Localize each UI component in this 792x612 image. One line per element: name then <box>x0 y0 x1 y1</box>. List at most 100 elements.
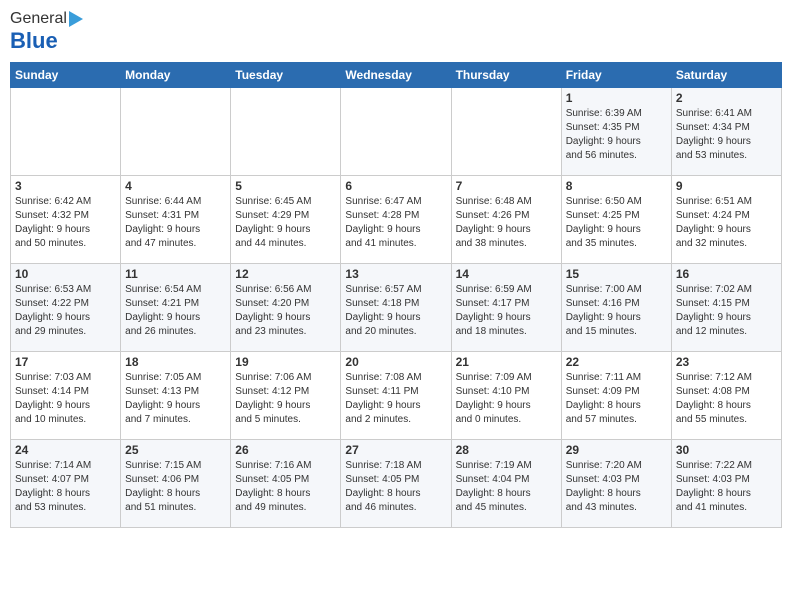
day-number: 4 <box>125 179 226 193</box>
calendar-table: SundayMondayTuesdayWednesdayThursdayFrid… <box>10 62 782 528</box>
day-number: 9 <box>676 179 777 193</box>
calendar-cell: 7 Sunrise: 6:48 AM Sunset: 4:26 PM Daylig… <box>451 176 561 264</box>
day-number: 12 <box>235 267 336 281</box>
calendar-cell: 13Sunrise: 6:57 AM Sunset: 4:18 PM Dayli… <box>341 264 451 352</box>
calendar-cell: 19 Sunrise: 7:06 AM Sunset: 4:12 PM Dayli… <box>231 352 341 440</box>
logo-arrow-icon <box>69 11 83 27</box>
day-detail: Sunrise: 6:41 AM Sunset: 4:34 PM Dayligh… <box>676 107 777 163</box>
day-detail: Sunrise: 6:59 AM Sunset: 4:17 PM Dayligh… <box>456 283 557 339</box>
day-detail: Sunrise: 7:06 AM Sunset: 4:12 PM Dayligh… <box>235 371 336 427</box>
calendar-body: 1 Sunrise: 6:39 AM Sunset: 4:35 PM Daylig… <box>11 88 782 528</box>
day-number: 8 <box>566 179 667 193</box>
calendar-cell: 30 Sunrise: 7:22 AM Sunset: 4:03 PM Dayli… <box>671 440 781 528</box>
header-day-saturday: Saturday <box>671 63 781 88</box>
day-detail: Sunrise: 7:16 AM Sunset: 4:05 PM Dayligh… <box>235 459 336 515</box>
logo: General Blue <box>10 10 83 54</box>
calendar-cell: 18Sunrise: 7:05 AM Sunset: 4:13 PM Dayli… <box>121 352 231 440</box>
calendar-cell: 21 Sunrise: 7:09 AM Sunset: 4:10 PM Dayli… <box>451 352 561 440</box>
day-number: 30 <box>676 443 777 457</box>
day-detail: Sunrise: 7:12 AM Sunset: 4:08 PM Dayligh… <box>676 371 777 427</box>
calendar-cell: 28 Sunrise: 7:19 AM Sunset: 4:04 PM Dayli… <box>451 440 561 528</box>
day-number: 28 <box>456 443 557 457</box>
header-day-wednesday: Wednesday <box>341 63 451 88</box>
logo-general-text: General <box>10 10 67 28</box>
day-number: 10 <box>15 267 116 281</box>
day-detail: Sunrise: 7:03 AM Sunset: 4:14 PM Dayligh… <box>15 371 116 427</box>
day-detail: Sunrise: 6:51 AM Sunset: 4:24 PM Dayligh… <box>676 195 777 251</box>
day-number: 15 <box>566 267 667 281</box>
day-detail: Sunrise: 6:48 AM Sunset: 4:26 PM Dayligh… <box>456 195 557 251</box>
day-detail: Sunrise: 6:54 AM Sunset: 4:21 PM Dayligh… <box>125 283 226 339</box>
day-detail: Sunrise: 6:56 AM Sunset: 4:20 PM Dayligh… <box>235 283 336 339</box>
day-detail: Sunrise: 6:42 AM Sunset: 4:32 PM Dayligh… <box>15 195 116 251</box>
day-number: 2 <box>676 91 777 105</box>
calendar-cell: 29 Sunrise: 7:20 AM Sunset: 4:03 PM Dayli… <box>561 440 671 528</box>
calendar-cell: 9 Sunrise: 6:51 AM Sunset: 4:24 PM Daylig… <box>671 176 781 264</box>
day-number: 7 <box>456 179 557 193</box>
day-number: 26 <box>235 443 336 457</box>
day-number: 5 <box>235 179 336 193</box>
calendar-cell: 26 Sunrise: 7:16 AM Sunset: 4:05 PM Dayli… <box>231 440 341 528</box>
day-number: 17 <box>15 355 116 369</box>
week-row-4: 17 Sunrise: 7:03 AM Sunset: 4:14 PM Dayli… <box>11 352 782 440</box>
day-detail: Sunrise: 7:08 AM Sunset: 4:11 PM Dayligh… <box>345 371 446 427</box>
day-detail: Sunrise: 6:39 AM Sunset: 4:35 PM Dayligh… <box>566 107 667 163</box>
day-detail: Sunrise: 6:45 AM Sunset: 4:29 PM Dayligh… <box>235 195 336 251</box>
day-detail: Sunrise: 7:15 AM Sunset: 4:06 PM Dayligh… <box>125 459 226 515</box>
calendar-cell <box>121 88 231 176</box>
calendar-cell: 1 Sunrise: 6:39 AM Sunset: 4:35 PM Daylig… <box>561 88 671 176</box>
day-detail: Sunrise: 7:05 AM Sunset: 4:13 PM Dayligh… <box>125 371 226 427</box>
day-number: 6 <box>345 179 446 193</box>
day-detail: Sunrise: 7:22 AM Sunset: 4:03 PM Dayligh… <box>676 459 777 515</box>
day-number: 25 <box>125 443 226 457</box>
calendar-cell: 3 Sunrise: 6:42 AM Sunset: 4:32 PM Daylig… <box>11 176 121 264</box>
calendar-cell: 16Sunrise: 7:02 AM Sunset: 4:15 PM Dayli… <box>671 264 781 352</box>
day-number: 19 <box>235 355 336 369</box>
day-number: 27 <box>345 443 446 457</box>
header-day-monday: Monday <box>121 63 231 88</box>
calendar-cell: 20 Sunrise: 7:08 AM Sunset: 4:11 PM Dayli… <box>341 352 451 440</box>
day-number: 21 <box>456 355 557 369</box>
calendar-cell: 17 Sunrise: 7:03 AM Sunset: 4:14 PM Dayli… <box>11 352 121 440</box>
header-day-friday: Friday <box>561 63 671 88</box>
day-number: 20 <box>345 355 446 369</box>
day-detail: Sunrise: 7:20 AM Sunset: 4:03 PM Dayligh… <box>566 459 667 515</box>
day-detail: Sunrise: 7:00 AM Sunset: 4:16 PM Dayligh… <box>566 283 667 339</box>
day-number: 3 <box>15 179 116 193</box>
header-day-thursday: Thursday <box>451 63 561 88</box>
day-number: 16 <box>676 267 777 281</box>
day-number: 22 <box>566 355 667 369</box>
calendar-cell <box>451 88 561 176</box>
calendar-cell <box>231 88 341 176</box>
calendar-header: SundayMondayTuesdayWednesdayThursdayFrid… <box>11 63 782 88</box>
page-header: General Blue <box>10 10 782 54</box>
week-row-5: 24Sunrise: 7:14 AM Sunset: 4:07 PM Dayli… <box>11 440 782 528</box>
calendar-cell: 27Sunrise: 7:18 AM Sunset: 4:05 PM Dayli… <box>341 440 451 528</box>
header-day-sunday: Sunday <box>11 63 121 88</box>
day-detail: Sunrise: 7:09 AM Sunset: 4:10 PM Dayligh… <box>456 371 557 427</box>
calendar-cell: 2 Sunrise: 6:41 AM Sunset: 4:34 PM Daylig… <box>671 88 781 176</box>
day-detail: Sunrise: 6:47 AM Sunset: 4:28 PM Dayligh… <box>345 195 446 251</box>
calendar-cell: 15 Sunrise: 7:00 AM Sunset: 4:16 PM Dayli… <box>561 264 671 352</box>
calendar-cell <box>341 88 451 176</box>
day-detail: Sunrise: 7:11 AM Sunset: 4:09 PM Dayligh… <box>566 371 667 427</box>
header-row: SundayMondayTuesdayWednesdayThursdayFrid… <box>11 63 782 88</box>
day-detail: Sunrise: 7:14 AM Sunset: 4:07 PM Dayligh… <box>15 459 116 515</box>
calendar-cell: 6 Sunrise: 6:47 AM Sunset: 4:28 PM Daylig… <box>341 176 451 264</box>
calendar-cell: 14 Sunrise: 6:59 AM Sunset: 4:17 PM Dayli… <box>451 264 561 352</box>
day-number: 1 <box>566 91 667 105</box>
day-number: 14 <box>456 267 557 281</box>
calendar-cell: 25 Sunrise: 7:15 AM Sunset: 4:06 PM Dayli… <box>121 440 231 528</box>
day-number: 29 <box>566 443 667 457</box>
calendar-cell: 5 Sunrise: 6:45 AM Sunset: 4:29 PM Daylig… <box>231 176 341 264</box>
logo-blue-text: Blue <box>10 28 58 54</box>
calendar-cell: 12 Sunrise: 6:56 AM Sunset: 4:20 PM Dayli… <box>231 264 341 352</box>
calendar-cell: 8 Sunrise: 6:50 AM Sunset: 4:25 PM Daylig… <box>561 176 671 264</box>
day-detail: Sunrise: 6:50 AM Sunset: 4:25 PM Dayligh… <box>566 195 667 251</box>
week-row-1: 1 Sunrise: 6:39 AM Sunset: 4:35 PM Daylig… <box>11 88 782 176</box>
day-detail: Sunrise: 6:53 AM Sunset: 4:22 PM Dayligh… <box>15 283 116 339</box>
day-number: 13 <box>345 267 446 281</box>
calendar-cell: 10 Sunrise: 6:53 AM Sunset: 4:22 PM Dayli… <box>11 264 121 352</box>
day-detail: Sunrise: 7:19 AM Sunset: 4:04 PM Dayligh… <box>456 459 557 515</box>
calendar-cell: 22 Sunrise: 7:11 AM Sunset: 4:09 PM Dayli… <box>561 352 671 440</box>
